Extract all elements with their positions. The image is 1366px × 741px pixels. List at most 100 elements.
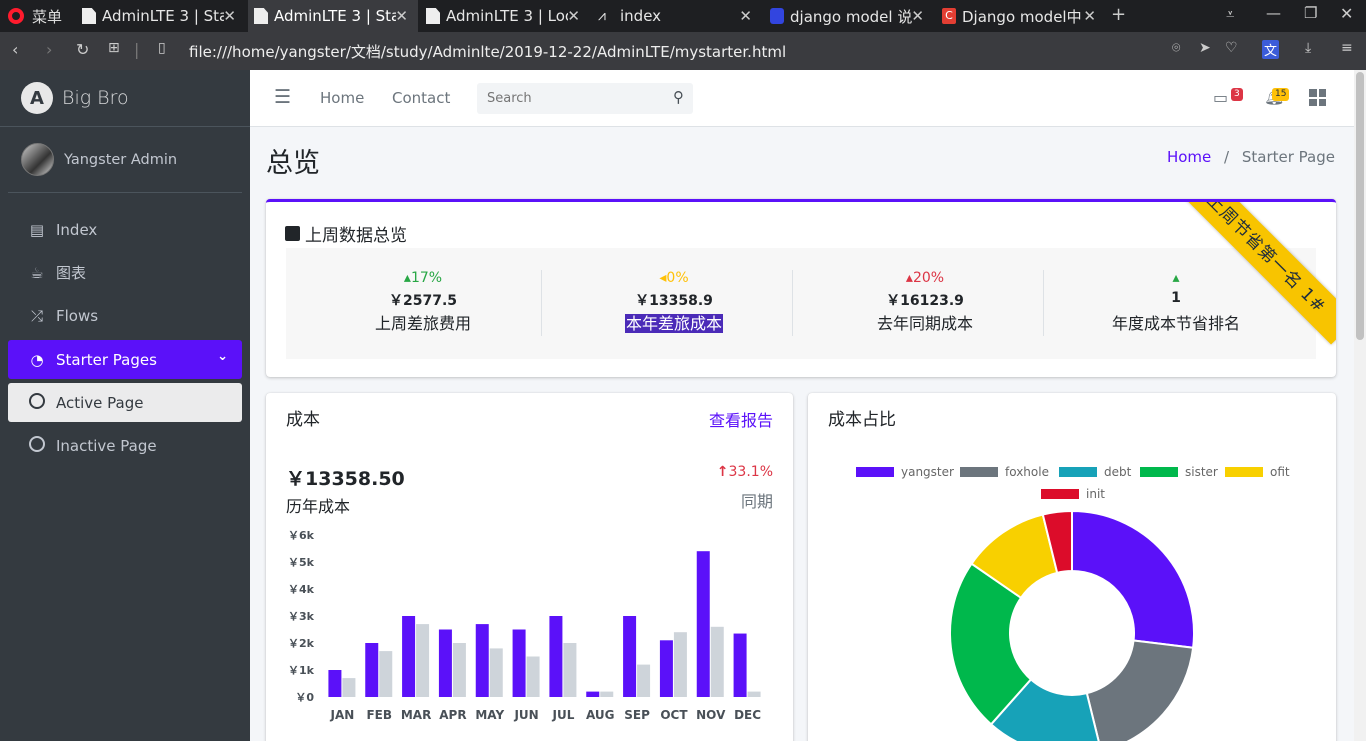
cost-donut-chart	[949, 509, 1195, 741]
caret-up-icon: ▴	[403, 270, 411, 286]
document-icon	[82, 8, 96, 24]
camera-icon[interactable]: ⌾	[1172, 40, 1180, 56]
sidebar-item-index[interactable]: ▤ Index	[8, 210, 242, 249]
legend-item[interactable]: yangster	[856, 465, 954, 479]
restore-icon[interactable]: ❐	[1304, 4, 1317, 22]
brand-name: Big Bro	[62, 87, 129, 109]
bar	[512, 629, 526, 697]
legend-label: sister	[1185, 465, 1218, 479]
legend-item[interactable]: init	[1041, 487, 1105, 501]
dashboard-gauge-icon: ◔	[30, 350, 44, 369]
brand-logo-icon: A	[21, 82, 53, 114]
total-cost-label: 历年成本	[286, 497, 351, 516]
sidebar-item-flows[interactable]: ⤮ Flows	[8, 296, 242, 335]
bar	[526, 656, 540, 697]
close-icon[interactable]: ✕	[395, 7, 408, 25]
sidebar-item-active-page[interactable]: Active Page	[8, 383, 242, 422]
close-icon[interactable]: ✕	[911, 7, 924, 25]
view-report-link[interactable]: 查看报告	[709, 407, 773, 431]
tab-menu-icon[interactable]: ⩡	[1226, 5, 1234, 23]
download-icon[interactable]: ⤓	[1305, 40, 1311, 56]
calendar-icon	[285, 226, 300, 241]
x-tick-label: MAY	[475, 708, 504, 722]
search-icon[interactable]: ⚲	[673, 88, 684, 106]
bar	[438, 629, 452, 697]
user-panel[interactable]: Yangster Admin	[8, 127, 242, 193]
donut-slice	[1071, 509, 1195, 649]
stat-label: 年度成本节省排名	[1111, 314, 1240, 333]
legend-label: foxhole	[1005, 465, 1049, 479]
translate-icon[interactable]: 文	[1262, 40, 1280, 59]
legend-item[interactable]: ofit	[1225, 465, 1290, 479]
forward-icon[interactable]: ›	[46, 40, 52, 59]
y-tick-label: ￥3k	[288, 610, 315, 623]
sidebar-item-charts[interactable]: ☕ 图表	[8, 253, 242, 292]
legend-item[interactable]: debt	[1059, 465, 1131, 479]
breadcrumb-current: Starter Page	[1241, 148, 1335, 166]
browser-tab[interactable]: C Django model中 ✕	[936, 0, 1106, 32]
ratio-card: 成本占比 yangster foxhole debt sister ofit init	[808, 393, 1336, 741]
menu-lines-icon[interactable]: ≡	[1341, 40, 1353, 56]
breadcrumb-home[interactable]: Home	[1167, 148, 1211, 166]
hamburger-menu-icon[interactable]: ☰	[274, 86, 291, 108]
bar	[489, 648, 503, 697]
browser-tab[interactable]: django model 说 ✕	[764, 0, 934, 32]
stat-value: ￥16123.9	[886, 293, 964, 309]
card-title: 上周数据总览	[285, 221, 407, 246]
nav-contact-link[interactable]: Contact	[392, 89, 450, 107]
stat-label: 去年同期成本	[876, 314, 973, 333]
sidebar-item-starter-pages[interactable]: ◔ Starter Pages ⌄	[8, 340, 242, 379]
heart-icon[interactable]: ♡	[1225, 40, 1238, 56]
new-tab-icon[interactable]: +	[1111, 4, 1126, 25]
close-icon[interactable]: ✕	[1083, 7, 1096, 25]
scrollbar[interactable]	[1354, 70, 1366, 741]
legend-item[interactable]: sister	[1140, 465, 1218, 479]
browser-tab[interactable]: AdminLTE 3 | Sta ✕	[76, 0, 246, 32]
close-icon[interactable]: ✕	[223, 7, 236, 25]
search-input[interactable]	[477, 83, 657, 114]
minimize-icon[interactable]: —	[1266, 4, 1281, 22]
caret-up-icon: ▴	[1172, 270, 1180, 286]
sidebar-item-inactive-page[interactable]: Inactive Page	[8, 426, 242, 465]
bar	[402, 616, 416, 697]
bar	[342, 678, 356, 697]
send-icon[interactable]: ➤	[1199, 40, 1211, 56]
close-icon[interactable]: ✕	[567, 7, 580, 25]
x-tick-label: SEP	[624, 708, 650, 722]
stat-change: ▴20%	[905, 270, 945, 286]
legend-swatch	[1059, 467, 1097, 477]
scrollbar-thumb[interactable]	[1356, 72, 1364, 340]
browser-tab-title: AdminLTE 3 | Sta	[274, 7, 396, 25]
grid-apps-icon[interactable]	[1309, 89, 1326, 106]
legend-label: init	[1086, 487, 1105, 501]
url-field[interactable]: file:///home/yangster/文档/study/Adminlte/…	[189, 41, 786, 62]
close-icon[interactable]: ✕	[739, 7, 752, 25]
top-navbar: ☰ Home Contact ⚲ ▭ 3 🔔︎ 15	[250, 70, 1366, 127]
divider	[541, 270, 542, 336]
browser-tab[interactable]: ⩘ index ✕	[592, 0, 762, 32]
legend-swatch	[1041, 489, 1079, 499]
browser-menu-button[interactable]: 菜单	[8, 0, 62, 32]
messages-icon[interactable]: ▭	[1213, 88, 1228, 107]
x-tick-label: AUG	[586, 708, 615, 722]
bar	[637, 664, 651, 697]
bar	[452, 643, 466, 697]
browser-tab-active[interactable]: AdminLTE 3 | Sta ✕	[248, 0, 418, 32]
total-cost-value: ￥13358.50	[286, 468, 405, 490]
nav-home-link[interactable]: Home	[320, 89, 364, 107]
legend-item[interactable]: foxhole	[960, 465, 1049, 479]
speed-dial-icon[interactable]: ⊞	[108, 40, 120, 56]
sidebar-item-label: Active Page	[56, 393, 144, 412]
brand-link[interactable]: A Big Bro	[0, 70, 250, 127]
back-icon[interactable]: ‹	[12, 40, 18, 59]
browser-tab[interactable]: AdminLTE 3 | Loc ✕	[420, 0, 590, 32]
circle-icon	[28, 392, 46, 413]
stat-change: ▴17%	[403, 270, 443, 286]
search-form: ⚲	[477, 83, 693, 114]
x-tick-label: JAN	[330, 708, 355, 722]
stat-label-selected: 本年差旅成本	[624, 314, 723, 333]
x-tick-label: NOV	[696, 708, 726, 722]
donut-slice	[1085, 639, 1195, 741]
close-window-icon[interactable]: ✕	[1340, 4, 1353, 23]
reload-icon[interactable]: ↻	[76, 40, 89, 59]
